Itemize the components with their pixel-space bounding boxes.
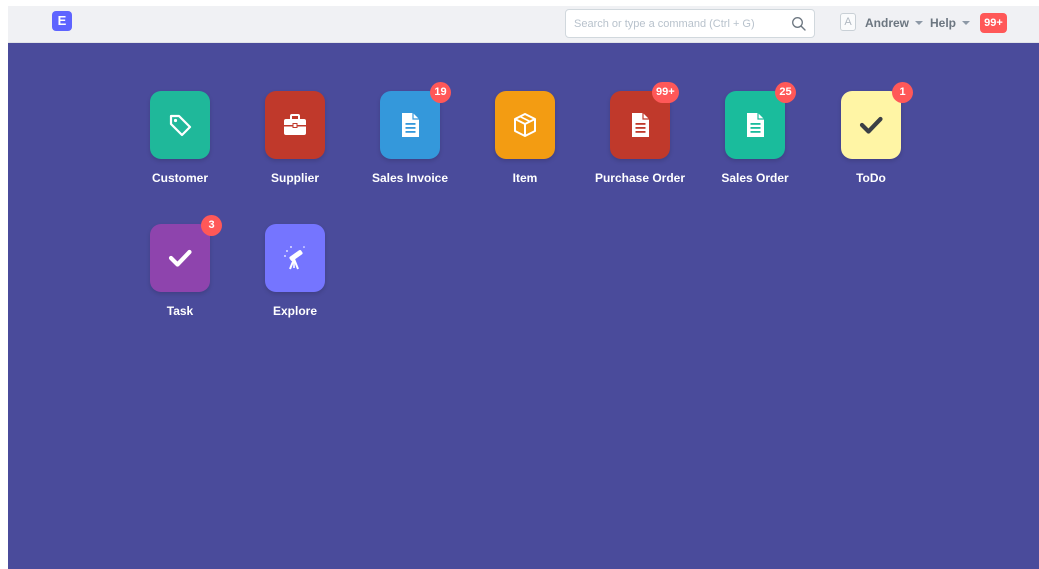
module-tile (725, 91, 785, 159)
module-customer[interactable]: Customer (130, 91, 230, 201)
navbar: E A Andrew Help 99+ (8, 6, 1039, 43)
document-icon (402, 113, 419, 137)
module-sales-invoice[interactable]: 19 Sales Invoice (360, 82, 460, 201)
module-tile (841, 91, 901, 159)
search-input[interactable] (574, 14, 779, 33)
tag-icon (169, 114, 192, 137)
check-icon (859, 116, 883, 134)
module-tile (150, 91, 210, 159)
user-menu[interactable]: Andrew (865, 15, 924, 31)
module-label: Supplier (270, 171, 319, 185)
module-tile (265, 91, 325, 159)
telescope-icon (284, 246, 305, 270)
box-icon (514, 113, 536, 137)
module-item[interactable]: Item (475, 91, 575, 201)
search-icon[interactable] (791, 16, 807, 32)
chevron-down-icon (915, 21, 924, 25)
module-sales-order[interactable]: 25 Sales Order (705, 82, 805, 201)
module-label: Item (512, 171, 538, 185)
module-task[interactable]: 3 Task (130, 215, 230, 334)
module-supplier[interactable]: Supplier (245, 91, 345, 201)
document-icon (747, 113, 764, 137)
module-tile (150, 224, 210, 292)
count-badge: 1 (892, 82, 913, 103)
module-explore[interactable]: Explore (245, 224, 345, 334)
module-tile (495, 91, 555, 159)
module-label: Customer (151, 171, 208, 185)
count-badge: 25 (775, 82, 796, 103)
notifications-badge[interactable]: 99+ (980, 13, 1007, 33)
module-label: Purchase Order (594, 171, 686, 185)
document-icon (632, 113, 649, 137)
help-menu[interactable]: Help (930, 15, 971, 31)
check-icon (168, 249, 192, 267)
module-label: Sales Order (721, 171, 789, 185)
module-todo[interactable]: 1 ToDo (821, 82, 921, 201)
user-menu-label: Andrew (865, 16, 910, 30)
module-purchase-order[interactable]: 99+ Purchase Order (590, 82, 690, 201)
count-badge: 19 (430, 82, 451, 103)
module-label: Sales Invoice (371, 171, 449, 185)
avatar[interactable]: A (840, 13, 856, 31)
search-box[interactable] (565, 9, 815, 38)
count-badge: 3 (201, 215, 222, 236)
module-tile (265, 224, 325, 292)
count-badge: 99+ (652, 82, 679, 103)
module-label: Task (166, 304, 194, 318)
module-tile (380, 91, 440, 159)
module-label: Explore (272, 304, 317, 318)
app-frame: E A Andrew Help 99+ Customer (8, 6, 1039, 569)
help-menu-label: Help (930, 16, 957, 30)
briefcase-icon (284, 114, 306, 135)
module-label: ToDo (856, 171, 886, 185)
chevron-down-icon (962, 21, 971, 25)
app-logo[interactable]: E (52, 11, 72, 31)
